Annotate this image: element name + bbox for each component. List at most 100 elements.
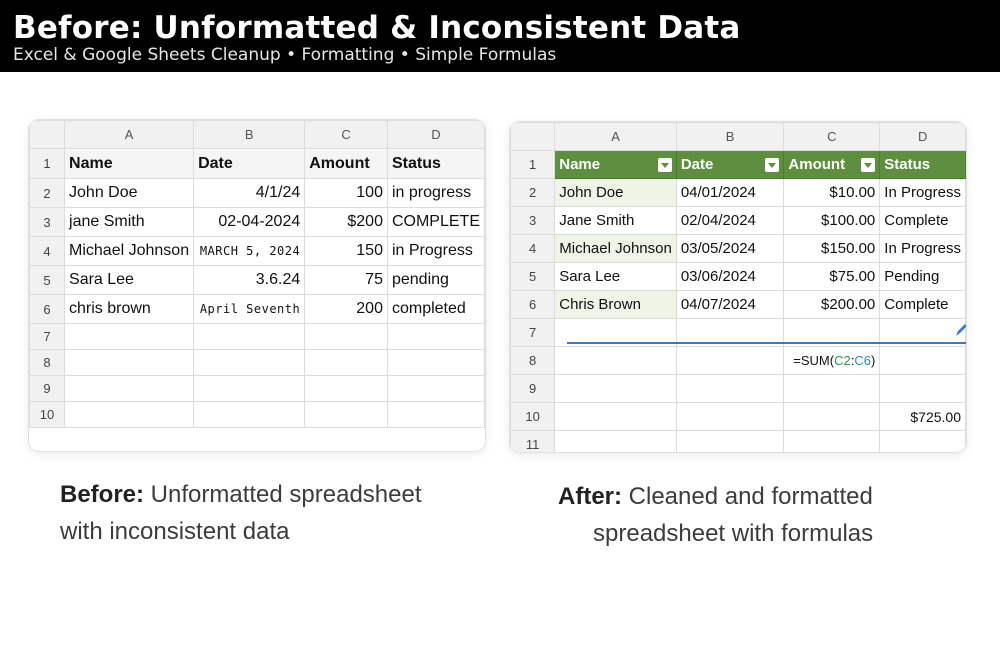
- column-header-b[interactable]: B: [675, 122, 785, 151]
- empty-cell[interactable]: [386, 349, 485, 376]
- cell-c5[interactable]: 75: [304, 265, 388, 295]
- cell-a6[interactable]: chris brown: [64, 294, 195, 324]
- row-header-9[interactable]: 9: [510, 374, 556, 403]
- cell-d5[interactable]: Pending: [879, 262, 966, 291]
- empty-cell[interactable]: [879, 346, 966, 375]
- cell-d3[interactable]: COMPLETE: [386, 207, 485, 237]
- empty-cell[interactable]: [675, 430, 785, 452]
- cell-b5[interactable]: 3.6.24: [193, 265, 306, 295]
- column-header-d[interactable]: D: [386, 120, 485, 149]
- cell-b4[interactable]: MARCH 5, 2024: [193, 236, 306, 266]
- column-header-c[interactable]: C: [783, 122, 881, 151]
- cell-a2[interactable]: John Doe: [554, 178, 677, 207]
- empty-cell[interactable]: [193, 323, 306, 350]
- cell-b6[interactable]: April Seventh: [193, 294, 306, 324]
- cell-d2[interactable]: in progress: [386, 178, 485, 208]
- empty-cell[interactable]: [554, 430, 677, 452]
- column-header-b[interactable]: B: [193, 120, 306, 149]
- row-header-6[interactable]: 6: [510, 290, 556, 319]
- cell-a3[interactable]: Jane Smith: [554, 206, 677, 235]
- cell-c5[interactable]: $75.00: [783, 262, 881, 291]
- row-header-5[interactable]: 5: [29, 265, 66, 295]
- cell-d1[interactable]: Status: [386, 148, 485, 179]
- cell-d3[interactable]: Complete: [879, 206, 966, 235]
- empty-cell[interactable]: [64, 349, 195, 376]
- cell-c4[interactable]: $150.00: [783, 234, 881, 263]
- row-header-11[interactable]: 11: [510, 430, 556, 452]
- row-header-6[interactable]: 6: [29, 294, 66, 324]
- row-header-2[interactable]: 2: [29, 178, 66, 208]
- cell-c1[interactable]: Amount: [304, 148, 388, 179]
- empty-cell[interactable]: [386, 401, 485, 428]
- row-header-10[interactable]: 10: [510, 402, 556, 431]
- column-header-a[interactable]: A: [64, 120, 195, 149]
- empty-cell[interactable]: [304, 349, 388, 376]
- cell-b5[interactable]: 03/06/2024: [675, 262, 785, 291]
- row-header-1[interactable]: 1: [510, 150, 556, 179]
- empty-cell[interactable]: [783, 430, 881, 452]
- row-header-4[interactable]: 4: [510, 234, 556, 263]
- cell-b6[interactable]: 04/07/2024: [675, 290, 785, 319]
- row-header-4[interactable]: 4: [29, 236, 66, 266]
- cell-b4[interactable]: 03/05/2024: [675, 234, 785, 263]
- empty-cell[interactable]: [783, 402, 881, 431]
- cell-a4[interactable]: Michael Johnson: [554, 234, 677, 263]
- row-header-8[interactable]: 8: [29, 349, 66, 376]
- header-cell-status[interactable]: Status: [879, 150, 966, 179]
- row-header-3[interactable]: 3: [29, 207, 66, 237]
- filter-dropdown-icon[interactable]: [861, 158, 876, 172]
- cell-c6[interactable]: $200.00: [783, 290, 881, 319]
- empty-cell[interactable]: [386, 323, 485, 350]
- empty-cell[interactable]: [64, 323, 195, 350]
- row-header-7[interactable]: 7: [29, 323, 66, 350]
- filter-dropdown-icon[interactable]: [765, 158, 780, 172]
- cell-c3[interactable]: $200: [304, 207, 388, 237]
- empty-cell[interactable]: [64, 401, 195, 428]
- row-header-8[interactable]: 8: [510, 346, 556, 375]
- cell-c4[interactable]: 150: [304, 236, 388, 266]
- empty-cell[interactable]: [386, 375, 485, 402]
- row-header-1[interactable]: 1: [29, 148, 66, 179]
- empty-cell[interactable]: [193, 401, 306, 428]
- column-header-d[interactable]: D: [879, 122, 966, 151]
- row-header-2[interactable]: 2: [510, 178, 556, 207]
- row-header-7[interactable]: 7: [510, 318, 556, 347]
- empty-cell[interactable]: [879, 374, 966, 403]
- cell-b2[interactable]: 4/1/24: [193, 178, 306, 208]
- cell-b3[interactable]: 02-04-2024: [193, 207, 306, 237]
- cell-a1[interactable]: Name: [64, 148, 195, 179]
- pencil-icon[interactable]: [954, 322, 966, 338]
- empty-cell[interactable]: [554, 402, 677, 431]
- cell-d4[interactable]: in Progress: [386, 236, 485, 266]
- cell-a6[interactable]: Chris Brown: [554, 290, 677, 319]
- column-header-a[interactable]: A: [554, 122, 677, 151]
- empty-cell[interactable]: [879, 430, 966, 452]
- empty-cell[interactable]: [675, 374, 785, 403]
- header-cell-name[interactable]: Name: [554, 150, 677, 179]
- column-header-c[interactable]: C: [304, 120, 388, 149]
- cell-a4[interactable]: Michael Johnson: [64, 236, 195, 266]
- cell-c2[interactable]: $10.00: [783, 178, 881, 207]
- cell-d5[interactable]: pending: [386, 265, 485, 295]
- cell-c8-formula[interactable]: =SUM(C2:C6): [783, 346, 881, 375]
- cell-a5[interactable]: Sara Lee: [64, 265, 195, 295]
- cell-d6[interactable]: Complete: [879, 290, 966, 319]
- cell-a2[interactable]: John Doe: [64, 178, 195, 208]
- cell-d2[interactable]: In Progress: [879, 178, 966, 207]
- empty-cell[interactable]: [304, 323, 388, 350]
- cell-c3[interactable]: $100.00: [783, 206, 881, 235]
- row-header-5[interactable]: 5: [510, 262, 556, 291]
- cell-c2[interactable]: 100: [304, 178, 388, 208]
- empty-cell[interactable]: [193, 375, 306, 402]
- cell-a3[interactable]: jane Smith: [64, 207, 195, 237]
- cell-b2[interactable]: 04/01/2024: [675, 178, 785, 207]
- corner-cell[interactable]: [510, 122, 556, 151]
- header-cell-date[interactable]: Date: [675, 150, 785, 179]
- total-cell[interactable]: $725.00: [879, 402, 966, 431]
- empty-cell[interactable]: [675, 402, 785, 431]
- empty-cell[interactable]: [64, 375, 195, 402]
- row-header-9[interactable]: 9: [29, 375, 66, 402]
- corner-cell[interactable]: [29, 120, 66, 149]
- empty-cell[interactable]: [304, 375, 388, 402]
- cell-a5[interactable]: Sara Lee: [554, 262, 677, 291]
